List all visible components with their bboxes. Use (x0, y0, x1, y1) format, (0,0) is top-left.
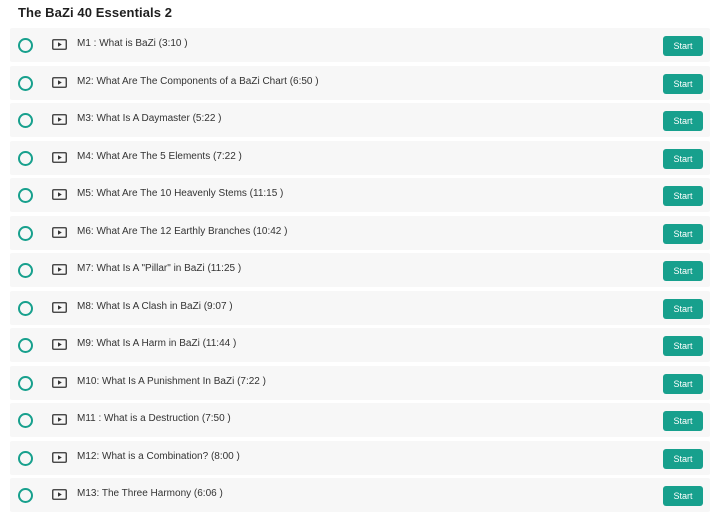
video-play-icon (52, 264, 67, 275)
circle-outline-icon[interactable] (18, 300, 33, 316)
circle-outline-icon[interactable] (18, 413, 33, 428)
video-play-icon (52, 114, 67, 125)
lesson-row-m13[interactable]: M13: The Three Harmony (6:06 ) Start (10, 478, 710, 512)
lesson-row-m6[interactable]: M6: What Are The 12 Earthly Branches (10… (10, 215, 710, 250)
video-play-icon (52, 489, 67, 500)
circle-outline-icon[interactable] (18, 75, 33, 91)
start-button[interactable]: Start (663, 186, 703, 206)
video-play-icon (52, 39, 67, 50)
circle-outline-icon[interactable] (18, 263, 33, 278)
lesson-title[interactable]: M11 : What is a Destruction (7:50 ) (77, 413, 231, 424)
lesson-title[interactable]: M12: What is a Combination? (8:00 ) (77, 451, 240, 462)
video-play-icon (52, 76, 67, 88)
lesson-title[interactable]: M9: What Is A Harm in BaZi (11:44 ) (77, 338, 236, 349)
video-play-icon (52, 301, 67, 313)
lesson-row-m11[interactable]: M11 : What is a Destruction (7:50 ) Star… (10, 403, 710, 437)
circle-outline-icon[interactable] (18, 450, 33, 466)
circle-outline-icon[interactable] (18, 38, 33, 53)
lesson-title[interactable]: M7: What Is A "Pillar" in BaZi (11:25 ) (77, 263, 241, 274)
lesson-title[interactable]: M1 : What is BaZi (3:10 ) (77, 38, 188, 49)
start-button[interactable]: Start (663, 148, 703, 169)
start-button[interactable]: Start (663, 336, 703, 356)
start-button[interactable]: Start (663, 298, 703, 319)
circle-outline-icon[interactable] (18, 375, 33, 391)
start-button[interactable]: Start (663, 261, 703, 281)
start-button[interactable]: Start (663, 73, 703, 94)
start-button[interactable]: Start (663, 223, 703, 244)
lesson-title[interactable]: M4: What Are The 5 Elements (7:22 ) (77, 151, 242, 162)
lesson-title[interactable]: M6: What Are The 12 Earthly Branches (10… (77, 226, 287, 237)
lesson-title[interactable]: M2: What Are The Components of a BaZi Ch… (77, 76, 319, 87)
circle-outline-icon[interactable] (18, 225, 33, 241)
video-play-icon (52, 226, 67, 238)
circle-outline-icon[interactable] (18, 338, 33, 353)
video-play-icon (52, 189, 67, 200)
section-title: The BaZi 40 Essentials 2 (18, 5, 173, 20)
circle-outline-icon[interactable] (18, 150, 33, 166)
lesson-title[interactable]: M10: What Is A Punishment In BaZi (7:22 … (77, 376, 266, 387)
start-button[interactable]: Start (663, 373, 703, 394)
video-play-icon (52, 451, 67, 463)
lesson-title[interactable]: M5: What Are The 10 Heavenly Stems (11:1… (77, 188, 283, 199)
start-button[interactable]: Start (663, 486, 703, 506)
lesson-title[interactable]: M8: What Is A Clash in BaZi (9:07 ) (77, 301, 233, 312)
start-button[interactable]: Start (663, 411, 703, 431)
start-button[interactable]: Start (663, 111, 703, 131)
start-button[interactable]: Start (663, 36, 703, 56)
lesson-title[interactable]: M13: The Three Harmony (6:06 ) (77, 488, 223, 499)
circle-outline-icon[interactable] (18, 488, 33, 503)
lesson-row-m3[interactable]: M3: What Is A Daymaster (5:22 ) Start (10, 103, 710, 137)
lesson-row-m12[interactable]: M12: What is a Combination? (8:00 ) Star… (10, 440, 710, 475)
video-play-icon (52, 414, 67, 425)
lesson-row-m2[interactable]: M2: What Are The Components of a BaZi Ch… (10, 65, 710, 100)
video-play-icon (52, 151, 67, 163)
lesson-row-m10[interactable]: M10: What Is A Punishment In BaZi (7:22 … (10, 365, 710, 400)
circle-outline-icon[interactable] (18, 188, 33, 203)
start-button[interactable]: Start (663, 448, 703, 469)
lesson-row-m1[interactable]: M1 : What is BaZi (3:10 ) Start (10, 28, 710, 62)
lesson-row-m9[interactable]: M9: What Is A Harm in BaZi (11:44 ) Star… (10, 328, 710, 362)
lesson-row-m5[interactable]: M5: What Are The 10 Heavenly Stems (11:1… (10, 178, 710, 212)
lesson-row-m4[interactable]: M4: What Are The 5 Elements (7:22 ) Star… (10, 140, 710, 175)
lesson-row-m8[interactable]: M8: What Is A Clash in BaZi (9:07 ) Star… (10, 290, 710, 325)
lesson-row-m7[interactable]: M7: What Is A "Pillar" in BaZi (11:25 ) … (10, 253, 710, 287)
lesson-title[interactable]: M3: What Is A Daymaster (5:22 ) (77, 113, 222, 124)
course-content-page: The BaZi 40 Essentials 2 M1 : What is Ba… (0, 0, 720, 517)
lesson-list: M1 : What is BaZi (3:10 ) Start M2: What… (10, 28, 710, 516)
circle-outline-icon[interactable] (18, 113, 33, 128)
video-play-icon (52, 376, 67, 388)
video-play-icon (52, 339, 67, 350)
